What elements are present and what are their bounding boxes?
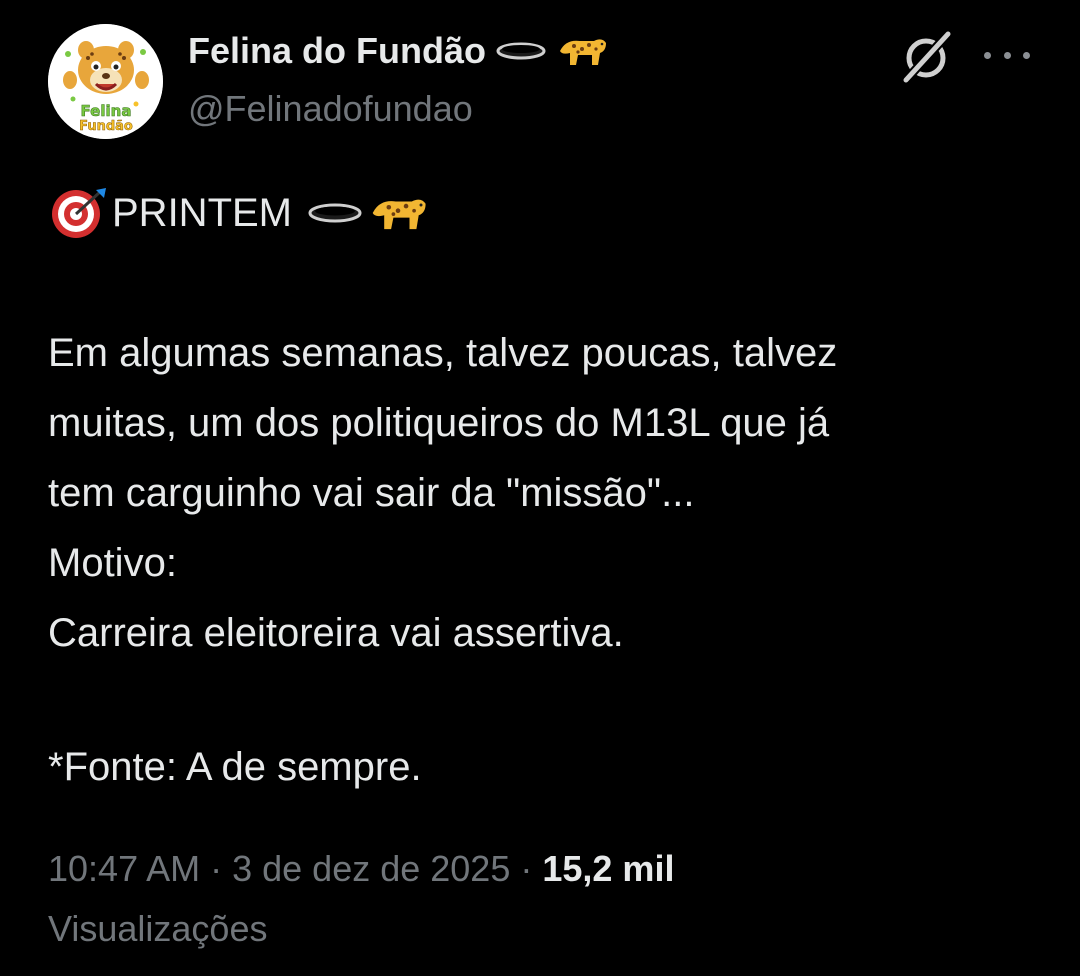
tweet-date[interactable]: 3 de dez de 2025 <box>232 848 510 890</box>
separator: · <box>210 848 223 889</box>
tweet-body-line: Carreira eleitoreira vai assertiva. <box>48 611 624 655</box>
svg-text:Fundão: Fundão <box>79 119 133 134</box>
direct-hit-target-icon <box>52 188 106 238</box>
tweet-body-line: Em algumas semanas, talvez poucas, talve… <box>48 331 838 375</box>
separator: · <box>520 848 533 889</box>
tweet-time[interactable]: 10:47 AM <box>48 848 200 890</box>
tweet-source-line: *Fonte: A de sempre. <box>48 745 422 789</box>
views-count[interactable]: 15,2 mil <box>542 848 674 890</box>
tweet-body: Em algumas semanas, talvez poucas, talve… <box>48 318 1038 668</box>
avatar-image: Felina Fundão <box>48 24 163 139</box>
leopard-icon <box>559 39 606 65</box>
dot <box>1003 51 1011 59</box>
views-label[interactable]: Visualizações <box>48 908 267 950</box>
tweet-meta: 10:47 AM · 3 de dez de 2025 · 15,2 mil <box>48 848 674 890</box>
svg-text:Felina: Felina <box>81 102 132 120</box>
tweet-body-line: muitas, um dos politiqueiros do M13L que… <box>48 401 830 445</box>
avatar[interactable]: Felina Fundão <box>48 24 163 139</box>
dot <box>984 51 991 59</box>
user-handle[interactable]: @Felinadofundao <box>188 88 473 130</box>
leopard-icon <box>372 199 426 230</box>
grok-icon[interactable] <box>898 28 956 86</box>
tweet-body-line: tem carguinho vai sair da "missão"... <box>48 471 695 515</box>
hole-icon <box>308 203 362 223</box>
tweet-headline-text: PRINTEM <box>112 191 292 235</box>
display-name-text[interactable]: Felina do Fundão <box>188 30 486 72</box>
hole-icon <box>496 42 546 60</box>
tweet-card: Felina Fundão Felina do Fundão @Felinado… <box>0 0 1080 976</box>
more-options-icon[interactable] <box>984 40 1030 70</box>
tweet-source: *Fonte: A de sempre. <box>48 732 1038 802</box>
dot <box>1023 51 1030 59</box>
tweet-headline: PRINTEM <box>48 178 1038 248</box>
tweet-body-line: Motivo: <box>48 541 177 585</box>
display-name[interactable]: Felina do Fundão <box>188 30 608 72</box>
